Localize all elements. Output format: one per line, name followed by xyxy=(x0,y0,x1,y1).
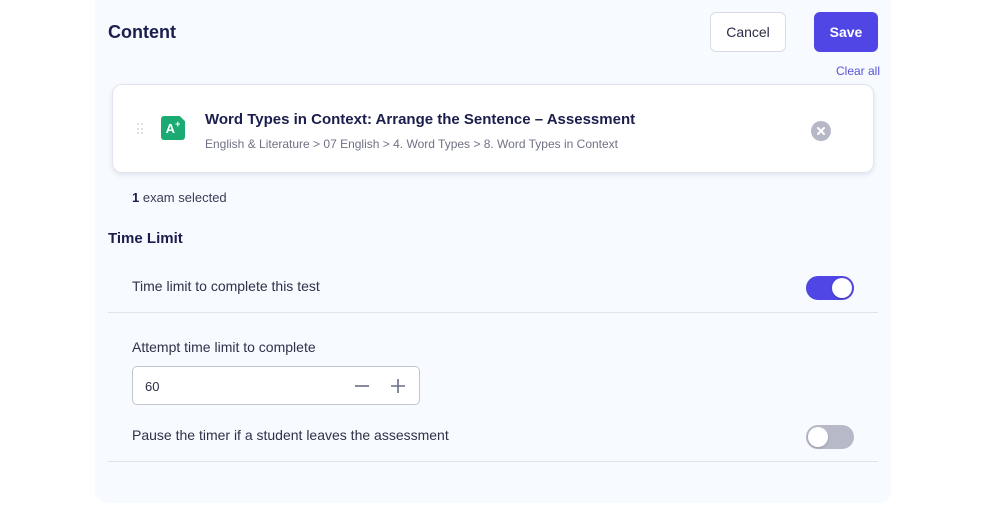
pause-timer-label: Pause the timer if a student leaves the … xyxy=(132,427,449,443)
toggle-knob xyxy=(808,427,828,447)
increment-button[interactable] xyxy=(387,375,409,397)
decrement-button[interactable] xyxy=(351,375,373,397)
page-title: Content xyxy=(108,22,176,42)
selection-summary: 1 exam selected xyxy=(132,190,227,205)
pause-timer-toggle[interactable] xyxy=(806,425,854,449)
attempt-time-stepper xyxy=(132,366,420,405)
plus-icon xyxy=(391,379,405,393)
drag-handle-icon[interactable] xyxy=(137,123,143,135)
save-button[interactable]: Save xyxy=(814,12,878,52)
attempt-time-input[interactable] xyxy=(145,376,325,396)
exam-title: Word Types in Context: Arrange the Sente… xyxy=(205,111,636,128)
time-limit-heading: Time Limit xyxy=(108,230,183,247)
exam-breadcrumb-path: English & Literature > 07 English > 4. W… xyxy=(205,137,619,151)
remove-exam-button[interactable] xyxy=(811,121,831,141)
assessment-icon: A + xyxy=(161,116,185,140)
cancel-button[interactable]: Cancel xyxy=(710,12,786,52)
assessment-icon-letter: A xyxy=(165,120,176,136)
divider xyxy=(108,312,878,313)
attempt-time-limit-label: Attempt time limit to complete xyxy=(132,339,316,355)
selected-exam-card: A + Word Types in Context: Arrange the Se… xyxy=(112,84,874,173)
time-limit-enable-label: Time limit to complete this test xyxy=(132,278,320,294)
toggle-knob xyxy=(832,278,852,298)
clear-all-link[interactable]: Clear all xyxy=(836,64,880,78)
close-icon xyxy=(817,127,825,135)
time-limit-toggle[interactable] xyxy=(806,276,854,300)
minus-icon xyxy=(355,385,369,387)
assessment-icon-plus: + xyxy=(175,119,181,129)
selection-suffix: exam selected xyxy=(139,190,227,205)
divider xyxy=(108,461,878,462)
